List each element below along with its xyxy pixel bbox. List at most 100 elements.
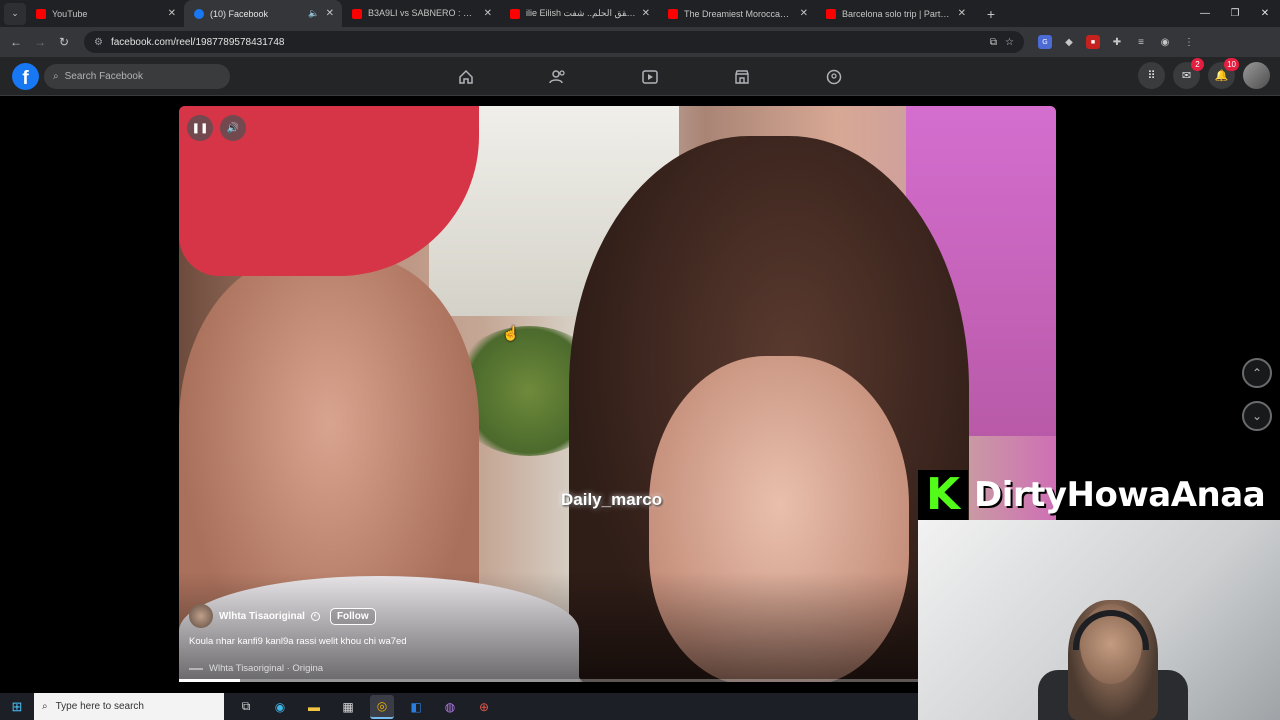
youtube-icon (352, 8, 362, 19)
stream-overlay-banner: K DirtyHowaAnaa (918, 470, 1280, 520)
taskbar-apps: ⧉ ◉ ▬ ▦ ◎ ◧ ◍ ⊕ (234, 694, 496, 719)
kick-logo-icon: K (918, 470, 968, 520)
media-controls-icon[interactable]: ≡ (1134, 35, 1148, 49)
reload-icon[interactable]: ↻ (52, 35, 76, 49)
youtube-icon (510, 8, 520, 19)
tab-title: YouTube (52, 8, 88, 19)
edge-icon[interactable]: ◉ (268, 695, 292, 719)
browser-tab-strip: ⌄ YouTube ✕ (10) Facebook 🔈 ✕ B3A9LI vs … (0, 0, 1280, 27)
friends-icon[interactable] (512, 57, 604, 96)
taskbar-search-placeholder: Type here to search (55, 701, 144, 712)
store-icon[interactable]: ▦ (336, 695, 360, 719)
tab-title: (10) Facebook (210, 8, 269, 19)
tab-youtube-video[interactable]: Barcelona solo trip | Part 1 - Yo ✕ (816, 0, 974, 27)
new-tab-button[interactable]: + (980, 6, 1002, 22)
reel-audio[interactable]: Wlhta Tisaoriginal · Origina (189, 663, 323, 674)
close-tab-icon[interactable]: ✕ (958, 8, 966, 19)
translate-extension-icon[interactable]: G (1038, 35, 1052, 49)
facebook-search-input[interactable]: ⌕ Search Facebook (44, 64, 230, 89)
close-tab-icon[interactable]: ✕ (326, 8, 334, 19)
channel-name: DirtyHowaAnaa (974, 475, 1266, 515)
audio-icon (189, 667, 203, 670)
restore-icon[interactable]: ❐ (1220, 8, 1250, 19)
close-tab-icon[interactable]: ✕ (168, 8, 176, 19)
task-view-icon[interactable]: ⧉ (234, 695, 258, 719)
tab-youtube-video[interactable]: The Dreamiest Moroccan Gatew ✕ (658, 0, 816, 27)
address-bar[interactable]: ⚙ facebook.com/reel/1987789578431748 ⧉ ☆ (84, 31, 1024, 53)
profile-avatar[interactable] (1243, 62, 1270, 89)
back-icon[interactable]: ← (4, 35, 28, 49)
tab-title: ilie Eilish أخيرًا تحقق الحلم.. شفت (526, 8, 636, 18)
facebook-icon (194, 8, 204, 19)
app-icon[interactable]: ◍ (438, 695, 462, 719)
search-placeholder: Search Facebook (64, 71, 143, 82)
webcam-feed (918, 520, 1280, 720)
groups-icon[interactable] (788, 57, 880, 96)
diamond-extension-icon[interactable]: ◆ (1062, 35, 1076, 49)
extensions-bar: G ◆ ■ ✚ ≡ ◉ ⋮ (1038, 35, 1196, 49)
tab-facebook[interactable]: (10) Facebook 🔈 ✕ (184, 0, 342, 27)
facebook-main-nav (420, 57, 880, 96)
install-app-icon[interactable]: ⧉ (990, 37, 997, 48)
hand-cursor-icon: ☝ (502, 325, 520, 341)
volume-button[interactable]: 🔊 (220, 115, 246, 141)
facebook-account-controls: ⠿ ✉ 2 🔔 10 (1138, 58, 1270, 89)
tab-title: Barcelona solo trip | Part 1 - Yo (842, 8, 952, 19)
author-avatar[interactable] (189, 604, 213, 628)
tab-title: B3A9LI vs SABNERO : ع للأحداث (368, 8, 478, 18)
speaker-icon[interactable]: 🔈 (308, 8, 319, 19)
outlook-icon[interactable]: ◧ (404, 695, 428, 719)
bookmark-star-icon[interactable]: ☆ (1005, 37, 1014, 48)
minimize-icon[interactable]: — (1190, 8, 1220, 19)
file-explorer-icon[interactable]: ▬ (302, 695, 326, 719)
chrome-menu-icon[interactable]: ⋮ (1182, 35, 1196, 49)
tab-title: The Dreamiest Moroccan Gatew (684, 8, 794, 19)
youtube-icon (36, 8, 46, 19)
search-icon: ⌕ (53, 71, 59, 82)
windows-taskbar: ⊞ ⌕ Type here to search ⧉ ◉ ▬ ▦ ◎ ◧ ◍ ⊕ (0, 693, 918, 720)
taskbar-search-input[interactable]: ⌕ Type here to search (34, 693, 224, 720)
notifications-bell-icon[interactable]: 🔔 10 (1208, 58, 1239, 89)
video-watermark: Daily_marco (561, 490, 663, 509)
extensions-puzzle-icon[interactable]: ✚ (1110, 35, 1124, 49)
close-window-icon[interactable]: ✕ (1250, 8, 1280, 19)
tab-youtube[interactable]: YouTube ✕ (26, 0, 184, 27)
close-tab-icon[interactable]: ✕ (800, 8, 808, 19)
profile-icon[interactable]: ◉ (1158, 35, 1172, 49)
video-icon[interactable] (604, 57, 696, 96)
facebook-logo-icon[interactable]: f (12, 63, 39, 90)
red-extension-icon[interactable]: ■ (1086, 35, 1100, 49)
screen: ⌄ YouTube ✕ (10) Facebook 🔈 ✕ B3A9LI vs … (0, 0, 1280, 720)
menu-grid-icon[interactable]: ⠿ (1138, 62, 1165, 89)
youtube-icon (668, 8, 678, 19)
tab-youtube-video[interactable]: ilie Eilish أخيرًا تحقق الحلم.. شفت ✕ (500, 0, 658, 27)
marketplace-icon[interactable] (696, 57, 788, 96)
tab-youtube-video[interactable]: B3A9LI vs SABNERO : ع للأحداث ✕ (342, 0, 500, 27)
globe-icon: ◐ (310, 611, 320, 621)
facebook-header: f ⌕ Search Facebook ⠿ ✉ 2 🔔 10 (0, 57, 1280, 96)
audio-label: Wlhta Tisaoriginal · Origina (209, 663, 324, 674)
pause-button[interactable]: ❚❚ (187, 115, 213, 141)
follow-button[interactable]: Follow (329, 607, 376, 625)
site-info-icon[interactable]: ⚙ (94, 37, 103, 48)
notifications-badge: 10 (1224, 58, 1239, 71)
youtube-icon (826, 8, 836, 19)
reel-author: Wlhta Tisaoriginal ◐ Follow (189, 604, 376, 628)
forward-icon[interactable]: → (28, 35, 52, 49)
messenger-icon[interactable]: ✉ 2 (1173, 58, 1204, 89)
close-tab-icon[interactable]: ✕ (642, 8, 650, 19)
browser-toolbar: ← → ↻ ⚙ facebook.com/reel/19877895784317… (0, 27, 1280, 57)
messenger-badge: 2 (1191, 58, 1204, 71)
chrome-icon[interactable]: ◎ (370, 694, 394, 719)
close-tab-icon[interactable]: ✕ (484, 8, 492, 19)
kick-letter: K (925, 469, 961, 520)
next-reel-button[interactable]: ⌄ (1242, 401, 1272, 431)
app-icon[interactable]: ⊕ (472, 695, 496, 719)
previous-reel-button[interactable]: ⌃ (1242, 358, 1272, 388)
home-icon[interactable] (420, 57, 512, 96)
video-progress-fill (179, 679, 241, 682)
windows-start-icon[interactable]: ⊞ (0, 699, 34, 715)
search-icon: ⌕ (42, 701, 48, 712)
tab-search-button[interactable]: ⌄ (4, 2, 26, 25)
author-name[interactable]: Wlhta Tisaoriginal (219, 611, 305, 622)
